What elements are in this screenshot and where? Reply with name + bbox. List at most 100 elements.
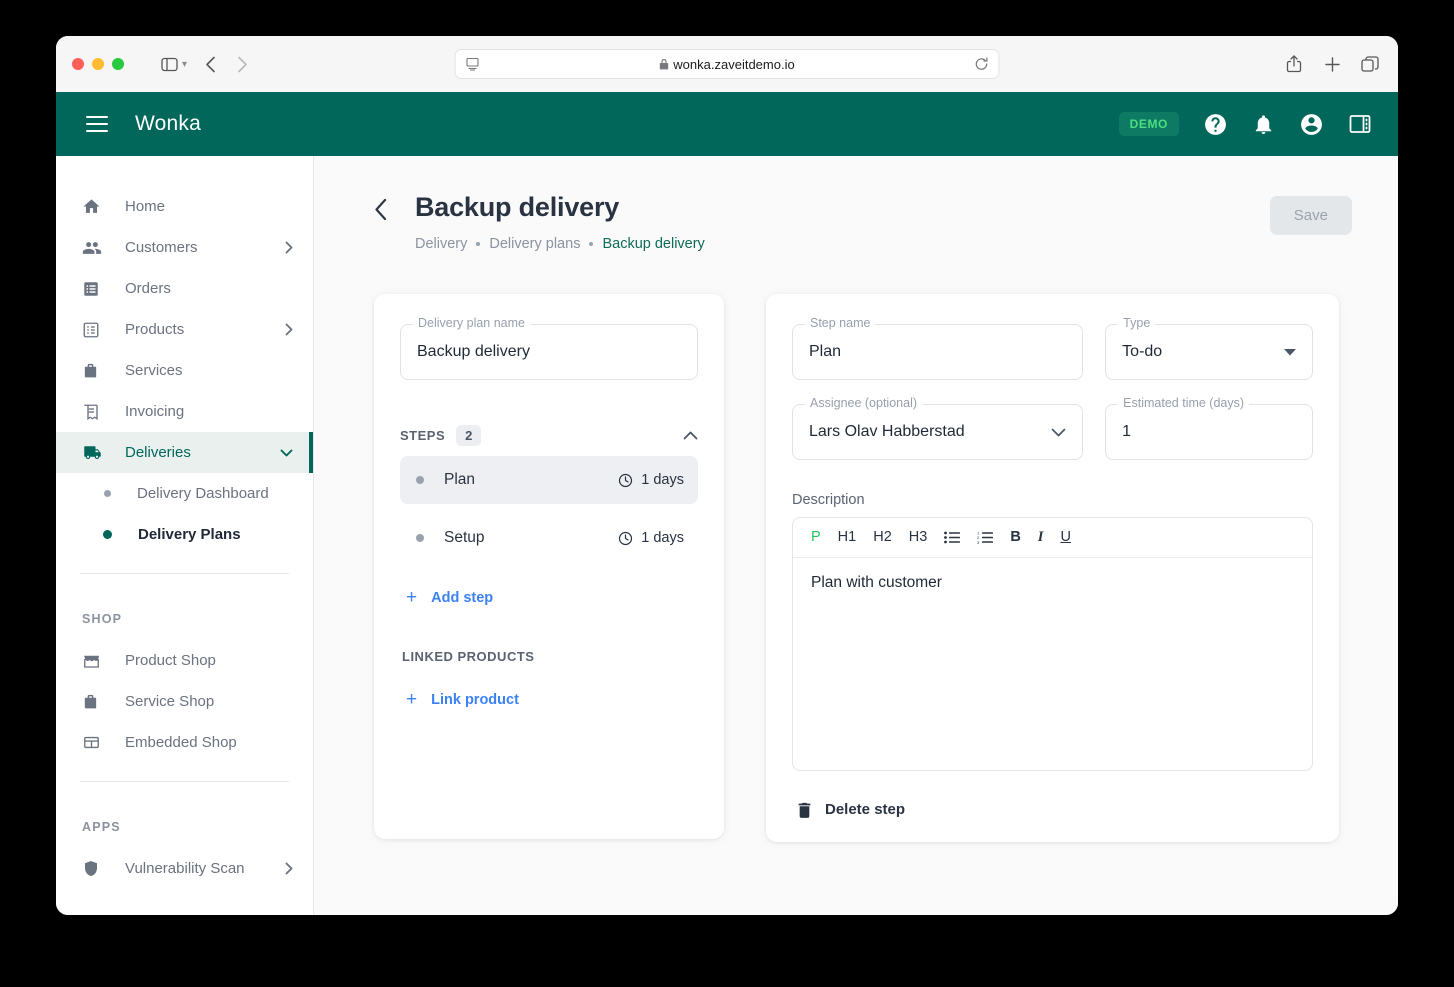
products-grid-icon — [82, 321, 104, 339]
orders-icon — [82, 280, 104, 298]
step-fields-row-2: Assignee (optional) Lars Olav Habberstad… — [792, 396, 1313, 460]
heading1-button[interactable]: H1 — [838, 530, 857, 545]
step-row[interactable]: Plan 1 days — [400, 456, 698, 504]
sidebar-item-deliveries[interactable]: Deliveries — [56, 432, 313, 473]
step-name-field[interactable]: Step name Plan — [792, 316, 1084, 380]
assignee-select[interactable]: Lars Olav Habberstad — [792, 404, 1084, 460]
chevron-down-icon[interactable] — [280, 449, 293, 457]
sidebar-item-delivery-dashboard[interactable]: Delivery Dashboard — [56, 473, 313, 514]
step-duration: 1 days — [618, 472, 684, 488]
sidebar-dropdown-icon[interactable]: ▾ — [182, 59, 187, 70]
sidebar-item-orders[interactable]: Orders — [56, 268, 313, 309]
delivery-plan-name-field[interactable]: Delivery plan name Backup delivery — [400, 316, 698, 380]
chevron-right-icon[interactable] — [285, 862, 293, 875]
sidebar-item-delivery-plans[interactable]: Delivery Plans — [56, 514, 313, 555]
account-circle-icon[interactable] — [1299, 112, 1324, 137]
sidebar-item-label: Home — [125, 198, 166, 215]
maximize-window-button[interactable] — [112, 58, 124, 70]
chevron-right-icon[interactable] — [285, 323, 293, 336]
sidebar-item-vulnerability-scan[interactable]: Vulnerability Scan — [56, 848, 313, 889]
reload-icon[interactable] — [975, 57, 989, 71]
truck-icon — [82, 444, 104, 462]
sidebar-item-home[interactable]: Home — [56, 186, 313, 227]
estimated-time-field[interactable]: Estimated time (days) 1 — [1105, 396, 1313, 460]
sidebar-subitem-label: Delivery Plans — [138, 526, 241, 543]
step-type-select[interactable]: To-do — [1105, 324, 1313, 380]
forward-arrow-icon[interactable] — [227, 50, 257, 78]
browser-window: ▾ wonka.zaveitdemo.io Wonka DEMO Home Cu… — [56, 36, 1398, 915]
notification-bell-icon[interactable] — [1252, 113, 1275, 136]
sidebar-item-products[interactable]: Products — [56, 309, 313, 350]
tabs-overview-icon[interactable] — [1358, 50, 1382, 78]
minimize-window-button[interactable] — [92, 58, 104, 70]
chevron-down-icon[interactable] — [1051, 428, 1066, 437]
sidebar-item-product-shop[interactable]: Product Shop — [56, 640, 313, 681]
save-button[interactable]: Save — [1269, 196, 1352, 235]
sidebar-item-label: Customers — [125, 239, 198, 256]
sidebar-item-label: Invoicing — [125, 403, 185, 420]
plus-icon[interactable] — [1320, 50, 1344, 78]
breadcrumb: Delivery Delivery plans Backup delivery — [415, 236, 705, 252]
step-name: Plan — [444, 471, 476, 488]
sidebar-item-embedded-shop[interactable]: Embedded Shop — [56, 722, 313, 763]
heading2-button[interactable]: H2 — [873, 530, 892, 545]
browser-titlebar: ▾ wonka.zaveitdemo.io — [56, 36, 1398, 92]
services-bag-icon — [82, 693, 104, 711]
brand-title: Wonka — [135, 112, 201, 135]
heading3-button[interactable]: H3 — [909, 530, 928, 545]
breadcrumb-item-current: Backup delivery — [602, 236, 705, 252]
underline-button[interactable]: U — [1060, 530, 1070, 545]
invoice-icon — [82, 403, 104, 421]
sidebar-item-service-shop[interactable]: Service Shop — [56, 681, 313, 722]
numbered-list-icon[interactable]: 1 2 3 — [977, 531, 994, 544]
demo-badge: DEMO — [1118, 112, 1179, 136]
back-arrow-icon[interactable] — [195, 50, 225, 78]
steps-label: STEPS — [400, 428, 446, 443]
right-panel-icon[interactable] — [1348, 113, 1372, 135]
app-header-actions: DEMO — [1118, 112, 1372, 137]
hamburger-menu-icon[interactable] — [86, 116, 108, 132]
paragraph-format-button[interactable]: P — [811, 530, 821, 545]
sidebar-divider — [80, 573, 289, 574]
assignee-field[interactable]: Assignee (optional) Lars Olav Habberstad — [792, 396, 1084, 460]
step-fields-row-1: Step name Plan Type To-do — [792, 316, 1313, 380]
bulleted-list-icon[interactable] — [944, 531, 961, 544]
share-icon[interactable] — [1282, 50, 1306, 78]
sidebar-item-label: Orders — [125, 280, 171, 297]
window-controls[interactable] — [72, 58, 124, 70]
delete-step-button[interactable]: Delete step — [792, 801, 1313, 818]
estimated-time-input[interactable]: 1 — [1105, 404, 1313, 460]
description-editor[interactable]: P H1 H2 H3 1 2 3 B I U Plan with custome… — [792, 517, 1313, 771]
page-title: Backup delivery — [415, 192, 620, 222]
field-value: 1 — [1122, 423, 1132, 440]
sidebar-item-customers[interactable]: Customers — [56, 227, 313, 268]
address-bar[interactable]: wonka.zaveitdemo.io — [454, 49, 1000, 79]
cards-container: Delivery plan name Backup delivery STEPS… — [374, 294, 1352, 842]
chevron-right-icon[interactable] — [285, 241, 293, 254]
italic-button[interactable]: I — [1038, 530, 1044, 545]
sidebar-toggle-icon[interactable] — [154, 50, 184, 78]
chevron-up-icon[interactable] — [683, 431, 698, 440]
dropdown-triangle-icon[interactable] — [1284, 348, 1296, 356]
add-step-button[interactable]: + Add step — [400, 588, 698, 607]
delivery-plan-name-input[interactable]: Backup delivery — [400, 324, 698, 380]
breadcrumb-item-delivery[interactable]: Delivery — [415, 236, 467, 252]
step-type-field[interactable]: Type To-do — [1105, 316, 1313, 380]
sidebar-item-label: Products — [125, 321, 185, 338]
sidebar-item-label: Service Shop — [125, 693, 215, 710]
help-circle-icon[interactable] — [1203, 112, 1228, 137]
description-text[interactable]: Plan with customer — [793, 558, 1312, 770]
close-window-button[interactable] — [72, 58, 84, 70]
breadcrumb-item-delivery-plans[interactable]: Delivery plans — [489, 236, 580, 252]
services-bag-icon — [82, 362, 104, 380]
sidebar-item-invoicing[interactable]: Invoicing — [56, 391, 313, 432]
home-icon — [82, 197, 104, 216]
link-product-button[interactable]: + Link product — [400, 690, 698, 709]
sidebar-item-services[interactable]: Services — [56, 350, 313, 391]
bold-button[interactable]: B — [1010, 530, 1020, 545]
trash-icon — [798, 802, 811, 818]
reader-view-icon[interactable] — [466, 57, 480, 71]
step-name-input[interactable]: Plan — [792, 324, 1084, 380]
back-button[interactable] — [374, 198, 388, 221]
step-row[interactable]: Setup 1 days — [400, 514, 698, 562]
